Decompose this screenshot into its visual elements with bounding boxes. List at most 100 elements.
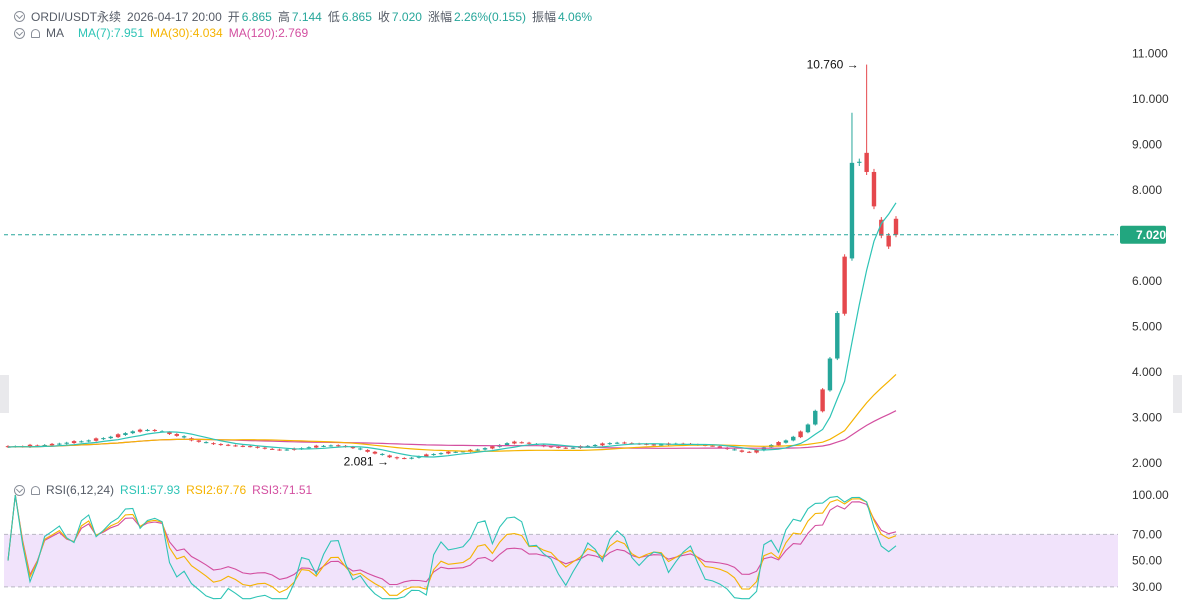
- candle-body: [402, 458, 407, 460]
- candle-body: [717, 446, 723, 448]
- candle-body: [592, 444, 598, 446]
- candle-body: [64, 442, 69, 444]
- price-tick-label: 2.000: [1132, 456, 1162, 470]
- candle-body: [871, 171, 877, 207]
- symbol-label: ORDI/USDT永续: [31, 10, 122, 24]
- ma120-legend: MA(120):2.769: [228, 26, 309, 40]
- candle-body: [218, 444, 224, 446]
- candle-body: [93, 438, 99, 441]
- candle-body: [225, 444, 231, 446]
- low-value: 6.865: [341, 9, 372, 24]
- candle-body: [886, 235, 891, 247]
- candle-body: [563, 447, 568, 449]
- candle-body: [504, 443, 510, 445]
- candle-body: [358, 448, 363, 450]
- candle-body: [86, 440, 91, 442]
- candle-body: [482, 448, 488, 450]
- rsi1-legend: RSI1:57.93: [120, 483, 181, 497]
- candle-body: [431, 454, 436, 456]
- candle-body: [203, 442, 209, 444]
- rsi-label: RSI(6,12,24): [46, 483, 115, 497]
- scroll-left-handle[interactable]: [0, 375, 9, 413]
- amplitude-value: 4.06%: [558, 9, 593, 24]
- ma-collapse-icon[interactable]: [14, 27, 25, 39]
- ma7-line: [7, 202, 897, 458]
- open-value: 6.865: [241, 9, 272, 24]
- candle-body: [820, 389, 825, 412]
- ma-legend: MA MA(7):7.951 MA(30):4.034 MA(120):2.76…: [14, 26, 314, 40]
- candle-body: [277, 449, 282, 451]
- candle-body: [262, 447, 268, 449]
- candle-body: [108, 436, 113, 439]
- candle-body: [732, 449, 737, 451]
- change-label: 涨幅: [427, 10, 452, 24]
- candle-body: [607, 443, 612, 445]
- candle-body: [284, 449, 290, 451]
- price-tick-label: 10.000: [1132, 92, 1169, 106]
- candle-body: [519, 442, 524, 444]
- scroll-right-handle[interactable]: [1173, 375, 1182, 413]
- candle-body: [512, 441, 517, 444]
- candle-body: [255, 446, 260, 448]
- candle-body: [893, 218, 899, 235]
- candle-body: [174, 434, 179, 436]
- candle-body: [306, 447, 312, 449]
- candle-body: [79, 441, 84, 443]
- candle-body: [747, 451, 752, 453]
- rsi-tick-label: 50.00: [1132, 554, 1162, 568]
- rsi-tick-label: 100.00: [1132, 488, 1169, 502]
- price-tick-label: 9.000: [1132, 138, 1162, 152]
- chart-canvas[interactable]: 11.00010.0009.0008.0007.0006.0005.0004.0…: [0, 0, 1182, 611]
- ohlc-header: ORDI/USDT永续 2026-04-17 20:00 开 6.865 高 7…: [14, 8, 598, 25]
- candle-body: [409, 457, 414, 459]
- candle-body: [658, 444, 664, 446]
- close-value: 7.020: [391, 9, 422, 24]
- candle-body: [490, 446, 495, 449]
- candle-body: [857, 161, 862, 163]
- last-price-label: 7.020: [1136, 228, 1166, 242]
- rsi-legend: RSI(6,12,24) RSI1:57.93 RSI2:67.76 RSI3:…: [14, 483, 318, 497]
- ma30-line: [7, 373, 897, 452]
- candle-body: [864, 152, 869, 172]
- candle-body: [269, 448, 275, 450]
- bell-icon[interactable]: [31, 28, 40, 38]
- high-label: 高: [277, 10, 290, 24]
- rsi-tick-label: 70.00: [1132, 527, 1162, 541]
- rsi2-legend: RSI2:67.76: [186, 483, 247, 497]
- ma-label: MA: [46, 26, 64, 40]
- ma120-line: [7, 410, 897, 449]
- candle-body: [739, 450, 745, 452]
- rsi-collapse-icon[interactable]: [14, 484, 25, 496]
- candle-body: [152, 429, 157, 431]
- candle-body: [130, 431, 135, 434]
- min-price-label: 2.081 →: [344, 454, 389, 468]
- price-tick-label: 11.000: [1132, 47, 1168, 61]
- candle-body: [314, 445, 319, 448]
- candle-body: [372, 451, 378, 454]
- ma30-legend: MA(30):4.034: [150, 26, 223, 40]
- candle-body: [453, 451, 458, 453]
- candle-body: [849, 162, 855, 259]
- amplitude-label: 振幅: [532, 10, 557, 24]
- candle-body: [145, 429, 150, 431]
- candle-body: [321, 445, 326, 447]
- candle-body: [446, 451, 451, 454]
- rsi3-legend: RSI3:71.51: [252, 483, 313, 497]
- candle-body: [526, 442, 532, 444]
- candle-body: [651, 444, 657, 446]
- candle-body: [835, 313, 840, 359]
- candle-body: [600, 443, 605, 446]
- high-value: 7.144: [291, 9, 322, 24]
- candle-body: [614, 442, 620, 444]
- collapse-icon[interactable]: [14, 11, 25, 22]
- candle-body: [805, 424, 811, 433]
- candle-body: [233, 445, 238, 447]
- rsi-bell-icon[interactable]: [31, 485, 40, 495]
- candle-body: [336, 445, 341, 447]
- price-tick-label: 8.000: [1132, 183, 1162, 197]
- candle-body: [622, 442, 627, 444]
- price-tick-label: 3.000: [1132, 411, 1162, 425]
- candle-body: [827, 358, 833, 391]
- candle-body: [710, 445, 715, 447]
- candle-body: [71, 441, 77, 444]
